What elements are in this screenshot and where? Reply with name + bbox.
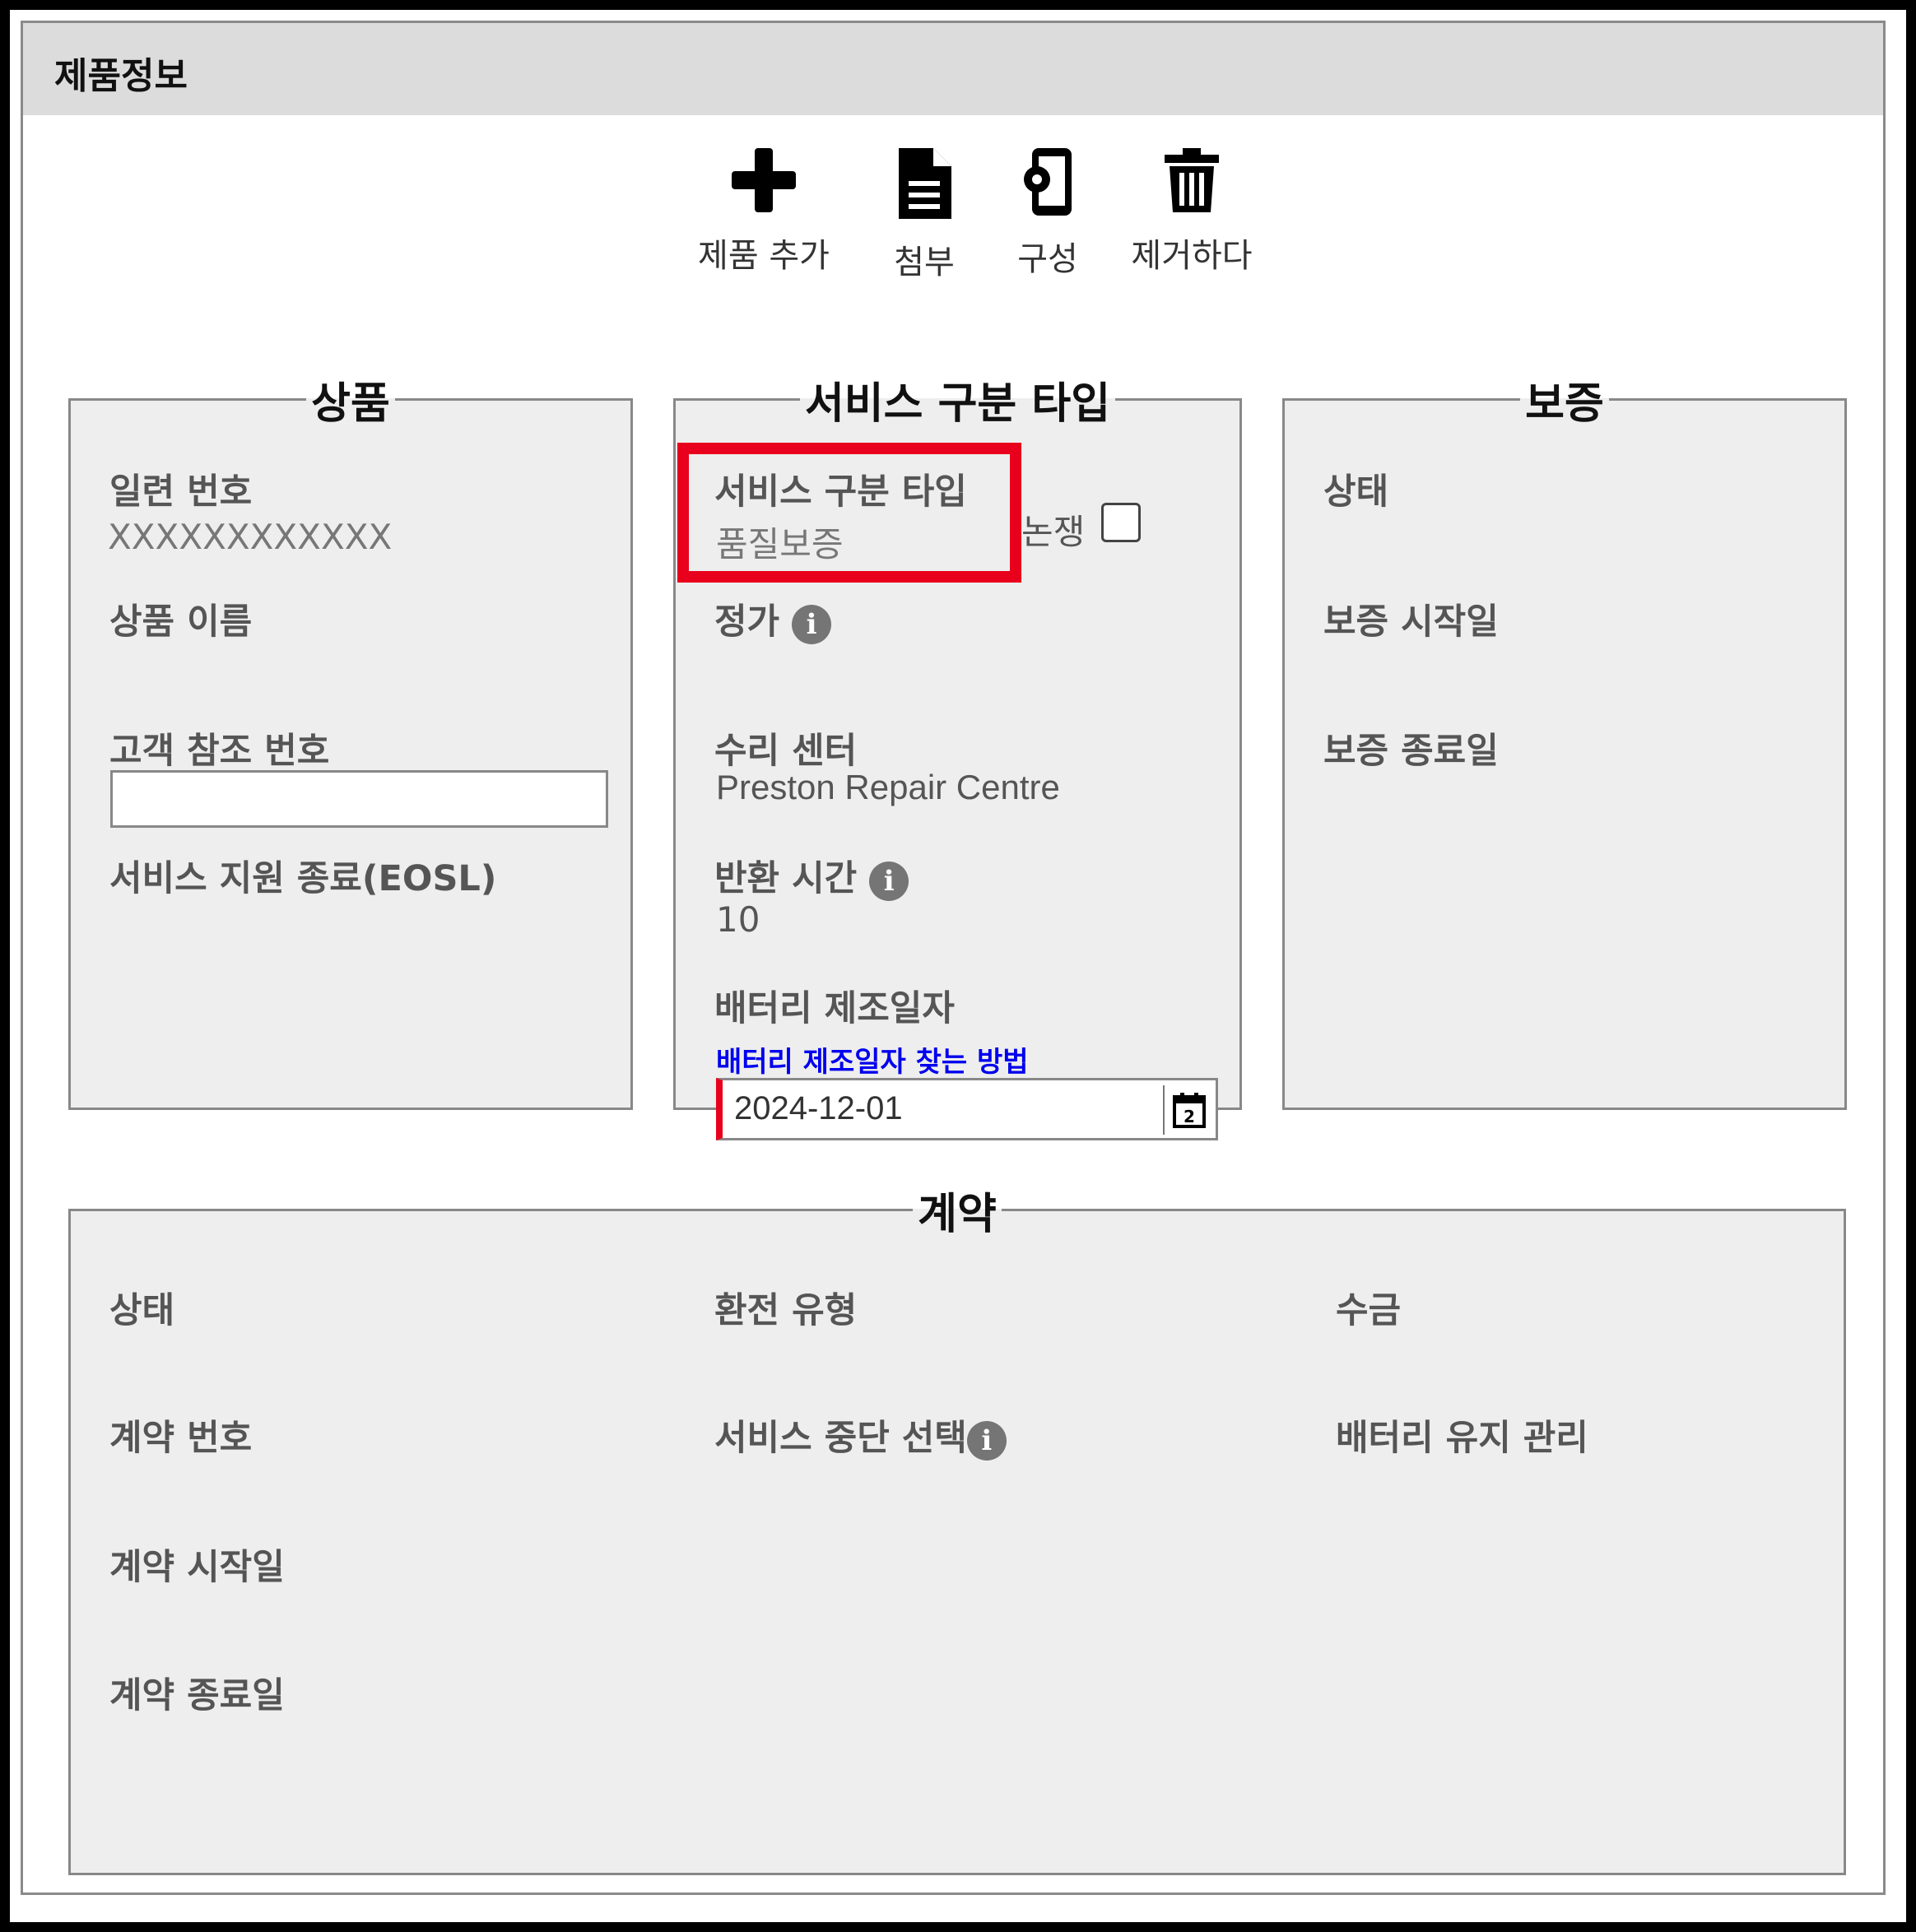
refund-type-label: 환전 유형 bbox=[714, 1290, 858, 1331]
customer-ref-label: 고객 참조 번호 bbox=[109, 731, 330, 772]
battery-maintenance-label: 배터리 유지 관리 bbox=[1336, 1418, 1588, 1459]
serial-number-label: 일련 번호 bbox=[109, 471, 253, 513]
eosl-label: 서비스 지원 종료(EOSL) bbox=[109, 858, 497, 899]
battery-date-value: 2024-12-01 bbox=[734, 1090, 903, 1126]
svg-text:2: 2 bbox=[1184, 1107, 1195, 1126]
info-icon[interactable]: i bbox=[869, 861, 909, 901]
warranty-start-label: 보증 시작일 bbox=[1323, 601, 1499, 643]
product-info-panel: 제품정보 제품 추가 첨부 구성 제거하다 상품 일련 번호 XXXXXXXXX… bbox=[21, 21, 1886, 1895]
warranty-legend: 보증 bbox=[1525, 379, 1604, 429]
mobile-settings-icon bbox=[1022, 148, 1072, 216]
panel-title: 제품정보 bbox=[54, 55, 188, 97]
dispute-label: 논쟁 bbox=[1021, 512, 1086, 552]
document-icon bbox=[899, 148, 951, 219]
turnaround-label: 반환 시간 i bbox=[714, 850, 909, 901]
turnaround-text: 반환 시간 bbox=[714, 858, 858, 899]
battery-date-help-link[interactable]: 배터리 제조일자 찾는 방법 bbox=[716, 1039, 1029, 1080]
battery-date-label: 배터리 제조일자 bbox=[714, 988, 955, 1029]
panel-header: 제품정보 bbox=[23, 23, 1883, 115]
billing-label: 수금 bbox=[1336, 1290, 1402, 1331]
contract-status-label: 상태 bbox=[109, 1290, 175, 1331]
list-price-label: 정가 i bbox=[714, 593, 832, 644]
configure-button[interactable]: 구성 bbox=[994, 146, 1101, 280]
trash-icon bbox=[1165, 148, 1219, 212]
service-stop-label: 서비스 중단 선택 i bbox=[714, 1410, 1007, 1461]
highlight-box bbox=[677, 443, 1021, 583]
remove-label: 제거하다 bbox=[1131, 237, 1253, 275]
configure-label: 구성 bbox=[1017, 240, 1078, 278]
attach-button[interactable]: 첨부 bbox=[867, 146, 982, 283]
plus-icon bbox=[732, 148, 796, 212]
list-price-text: 정가 bbox=[714, 601, 780, 643]
repair-center-label: 수리 센터 bbox=[714, 731, 858, 772]
calendar-icon[interactable]: 2 bbox=[1173, 1092, 1206, 1128]
screenshot-frame: 제품정보 제품 추가 첨부 구성 제거하다 상품 일련 번호 XXXXXXXXX… bbox=[10, 10, 1906, 1922]
service-legend: 서비스 구분 타입 bbox=[804, 379, 1111, 429]
add-product-label: 제품 추가 bbox=[698, 237, 830, 275]
turnaround-value: 10 bbox=[716, 899, 760, 940]
customer-ref-input[interactable] bbox=[110, 770, 608, 828]
contract-number-label: 계약 번호 bbox=[109, 1418, 253, 1459]
attach-label: 첨부 bbox=[894, 244, 955, 281]
serial-number-value: XXXXXXXXXXXX bbox=[108, 517, 393, 557]
contract-legend: 계약 bbox=[918, 1190, 997, 1239]
dispute-checkbox[interactable] bbox=[1101, 503, 1141, 542]
contract-start-label: 계약 시작일 bbox=[109, 1547, 285, 1588]
remove-button[interactable]: 제거하다 bbox=[1109, 146, 1274, 276]
service-stop-text: 서비스 중단 선택 bbox=[714, 1418, 967, 1459]
contract-section: 계약 bbox=[68, 1179, 1846, 1875]
product-name-label: 상품 이름 bbox=[109, 601, 253, 643]
repair-center-value: Preston Repair Centre bbox=[716, 768, 1060, 806]
product-legend: 상품 bbox=[311, 379, 390, 429]
warranty-status-label: 상태 bbox=[1323, 471, 1389, 513]
info-icon[interactable]: i bbox=[966, 1420, 1007, 1461]
info-icon[interactable]: i bbox=[792, 604, 832, 644]
warranty-end-label: 보증 종료일 bbox=[1323, 731, 1499, 772]
contract-end-label: 계약 종료일 bbox=[109, 1675, 285, 1716]
battery-date-input[interactable]: 2024-12-01 2 bbox=[716, 1078, 1218, 1140]
add-product-button[interactable]: 제품 추가 bbox=[665, 146, 863, 276]
input-divider bbox=[1163, 1085, 1165, 1135]
